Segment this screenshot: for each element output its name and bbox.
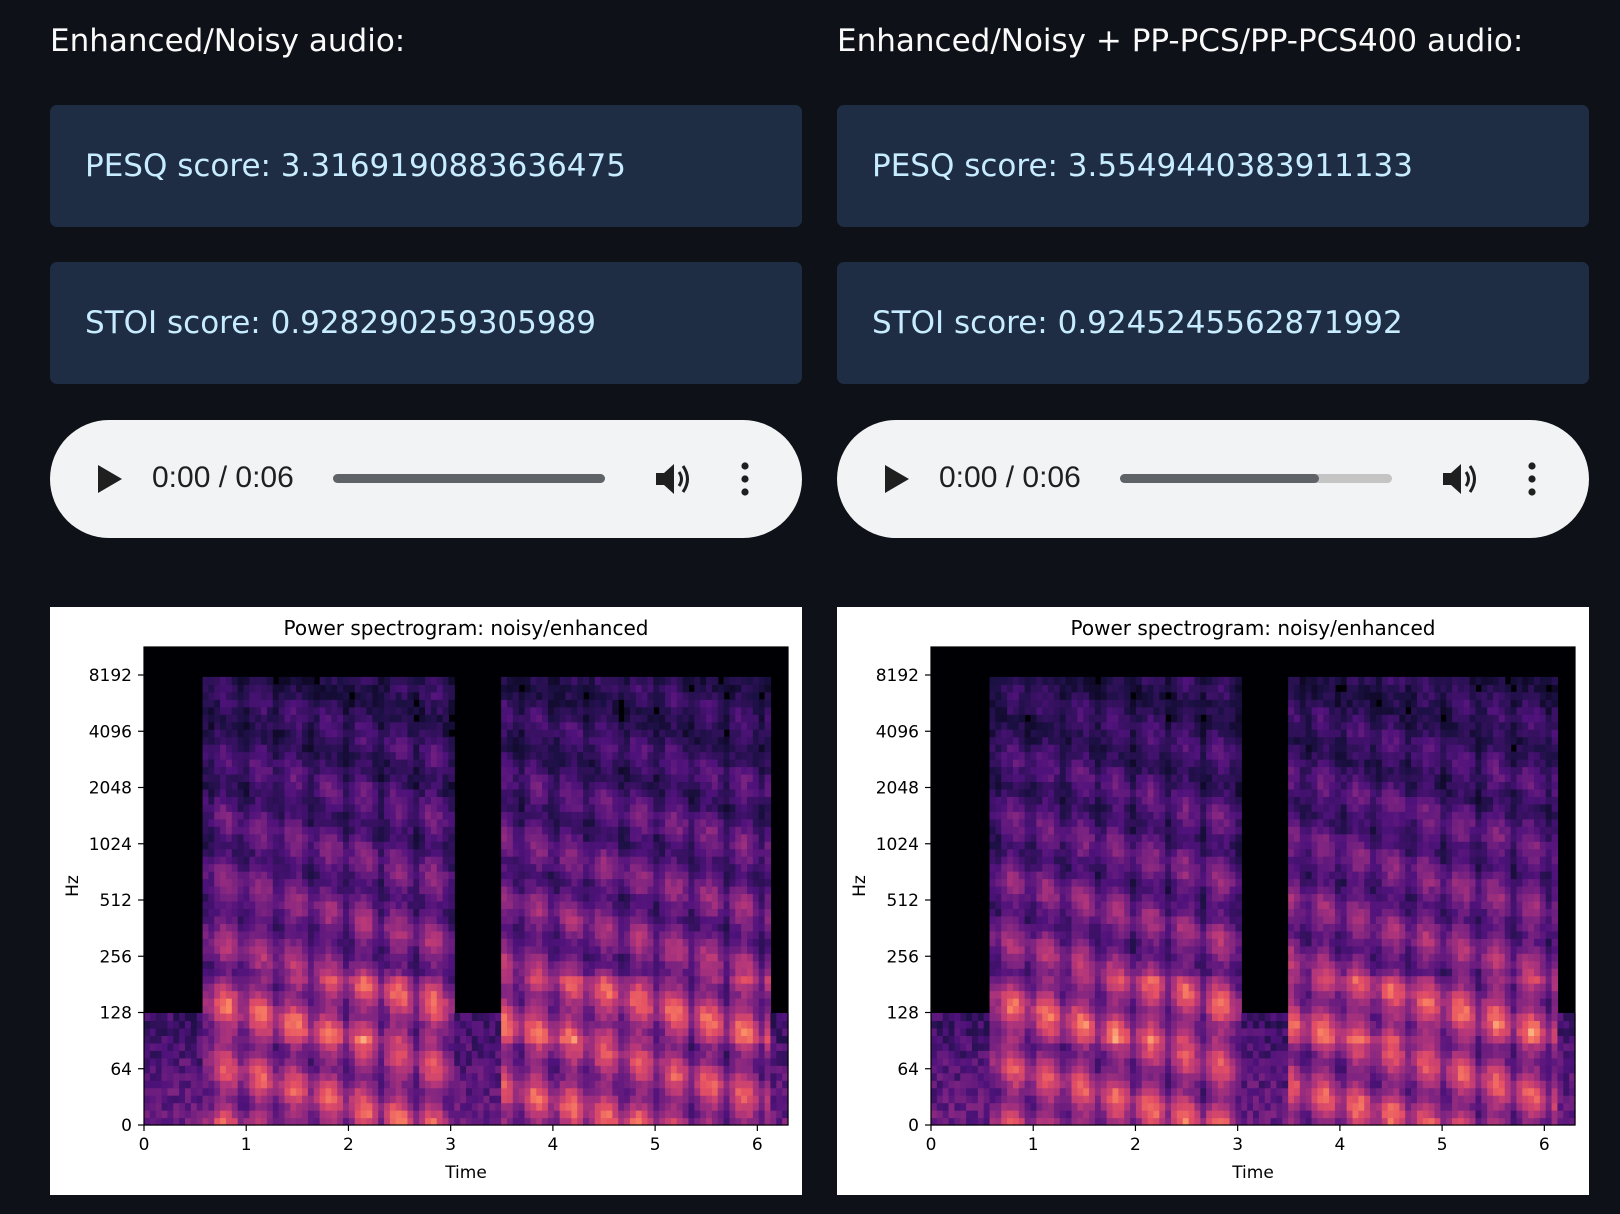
y-tick-label: 128 [100,1004,132,1024]
play-icon[interactable] [879,462,913,496]
stoi-score-box: STOI score: 0.9245245562871992 [837,262,1589,384]
x-axis-label: Time [1231,1163,1274,1183]
volume-icon[interactable] [1441,460,1481,498]
volume-icon[interactable] [654,460,694,498]
x-tick-label: 4 [547,1135,558,1155]
x-tick-label: 4 [1334,1135,1345,1155]
chart-title: Power spectrogram: noisy/enhanced [284,616,649,640]
x-tick-label: 0 [926,1135,937,1155]
x-tick-label: 1 [241,1135,252,1155]
x-axis-label: Time [444,1163,487,1183]
x-tick-label: 3 [1232,1135,1243,1155]
x-tick-label: 2 [343,1135,354,1155]
x-tick-label: 5 [650,1135,661,1155]
x-tick-label: 2 [1130,1135,1141,1155]
audio-time-display: 0:00 / 0:06 [939,461,1081,494]
more-vert-icon[interactable] [1515,460,1549,498]
y-tick-label: 256 [100,947,132,967]
pesq-score-box: PESQ score: 3.5549440383911133 [837,105,1589,227]
audio-progress-bar[interactable] [333,474,605,483]
audio-time-display: 0:00 / 0:06 [152,461,294,494]
y-tick-label: 64 [897,1060,919,1080]
column-heading: Enhanced/Noisy audio: [50,23,406,59]
y-tick-label: 8192 [876,666,919,686]
audio-progress-bar[interactable] [1120,474,1392,483]
x-tick-label: 1 [1028,1135,1039,1155]
y-tick-label: 512 [100,891,132,911]
x-tick-label: 0 [139,1135,150,1155]
spectrogram-figure: Power spectrogram: noisy/enhanced 0 1 2 3 4 5 6… [837,607,1589,1195]
x-tick-label: 6 [1539,1135,1550,1155]
stoi-score-box: STOI score: 0.928290259305989 [50,262,802,384]
y-tick-label: 0 [908,1116,919,1136]
audio-progress-fill [1120,474,1319,483]
y-tick-label: 512 [887,891,919,911]
y-tick-label: 64 [110,1060,132,1080]
pesq-score-box: PESQ score: 3.3169190883636475 [50,105,802,227]
audio-progress-fill [333,474,605,483]
audio-player: 0:00 / 0:06 [837,420,1589,538]
y-tick-label: 2048 [89,779,132,799]
y-tick-label: 2048 [876,779,919,799]
y-tick-label: 4096 [89,722,132,742]
column-heading: Enhanced/Noisy + PP-PCS/PP-PCS400 audio: [837,23,1524,59]
spectrogram-figure: Power spectrogram: noisy/enhanced 0 1 2 3 4 5 6… [50,607,802,1195]
x-tick-label: 3 [445,1135,456,1155]
y-tick-label: 256 [887,947,919,967]
y-tick-label: 8192 [89,666,132,686]
y-axis-label: Hz [63,875,83,897]
y-tick-label: 1024 [89,835,132,855]
y-tick-label: 4096 [876,722,919,742]
x-tick-label: 5 [1437,1135,1448,1155]
more-vert-icon[interactable] [728,460,762,498]
chart-title: Power spectrogram: noisy/enhanced [1071,616,1436,640]
audio-player: 0:00 / 0:06 [50,420,802,538]
y-tick-label: 128 [887,1004,919,1024]
x-tick-label: 6 [752,1135,763,1155]
y-tick-label: 1024 [876,835,919,855]
y-tick-label: 0 [121,1116,132,1136]
play-icon[interactable] [92,462,126,496]
y-axis-label: Hz [850,875,870,897]
